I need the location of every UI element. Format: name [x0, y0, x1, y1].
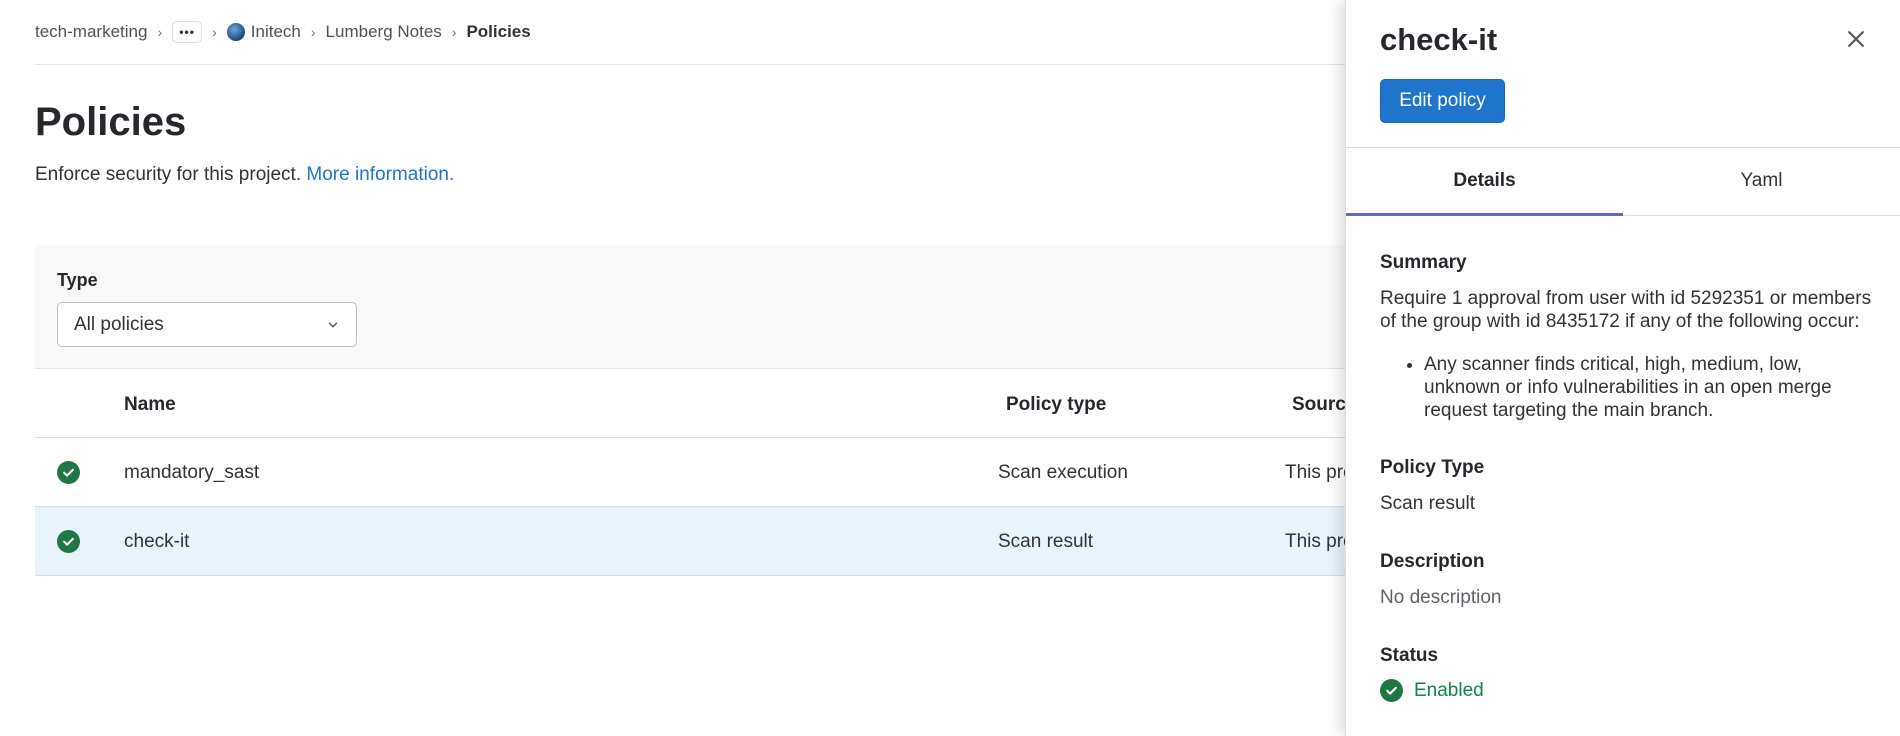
policy-type: Scan execution: [998, 462, 1128, 483]
policy-type-value: Scan result: [1380, 493, 1476, 514]
breadcrumb-separator: ›: [451, 24, 457, 40]
policy-type-heading: Policy Type: [1380, 457, 1485, 478]
filter-bar: Type All policies: [35, 245, 1345, 369]
group-avatar-icon: [226, 23, 245, 41]
drawer-title: check-it: [1380, 22, 1498, 57]
breadcrumb-item-lumberg-notes[interactable]: Lumberg Notes: [326, 22, 442, 42]
breadcrumb-item-tech-marketing[interactable]: tech-marketing: [35, 22, 147, 42]
status-badge: Enabled: [1380, 679, 1484, 702]
close-icon[interactable]: [1845, 28, 1867, 50]
table-row[interactable]: mandatory_sast Scan execution This proje…: [35, 438, 1383, 507]
column-header-name[interactable]: Name: [124, 394, 176, 416]
description-heading: Description: [1380, 551, 1485, 572]
summary-text: Require 1 approval from user with id 529…: [1380, 288, 1872, 332]
description-text: Enforce security for this project.: [35, 164, 302, 185]
breadcrumb-separator: ›: [157, 24, 163, 40]
breadcrumb-separator: ›: [212, 24, 217, 40]
table-header: Name Policy type Source: [35, 370, 1356, 438]
policy-type: Scan result: [998, 531, 1094, 552]
status-value: Enabled: [1414, 679, 1484, 701]
breadcrumb-separator: ›: [310, 24, 316, 40]
tab-details[interactable]: Details: [1346, 148, 1623, 216]
status-heading: Status: [1380, 645, 1439, 666]
type-filter-value: All policies: [74, 313, 164, 335]
column-header-policy-type[interactable]: Policy type: [1006, 394, 1106, 416]
edit-policy-button[interactable]: Edit policy: [1380, 79, 1505, 123]
drawer-tabs: Details Yaml: [1346, 148, 1900, 216]
status-enabled-icon: [57, 530, 80, 553]
summary-heading: Summary: [1380, 252, 1467, 273]
description-value: No description: [1380, 587, 1502, 608]
chevron-down-icon: [328, 322, 338, 327]
check-circle-icon: [1380, 679, 1403, 702]
page-description: Enforce security for this project. More …: [35, 164, 454, 186]
type-filter-label: Type: [57, 270, 98, 290]
summary-condition-item: Any scanner finds critical, high, medium…: [1424, 353, 1862, 422]
breadcrumb-current: Policies: [466, 22, 531, 41]
policy-name: check-it: [124, 531, 190, 552]
policy-details-drawer: check-it Edit policy Details Yaml Summar…: [1345, 0, 1900, 736]
tab-yaml[interactable]: Yaml: [1623, 148, 1900, 215]
type-filter-dropdown[interactable]: All policies: [57, 302, 357, 347]
table-row-selected[interactable]: check-it Scan result This project: [35, 507, 1383, 576]
summary-conditions-list: Any scanner finds critical, high, medium…: [1402, 353, 1862, 422]
policies-table: Name Policy type Source mandatory_sast S…: [35, 370, 1383, 576]
status-enabled-icon: [57, 461, 80, 484]
more-information-link[interactable]: More information.: [306, 164, 454, 185]
breadcrumb: tech-marketing › ••• › Initech › Lumberg…: [35, 18, 531, 46]
breadcrumb-ellipsis-button[interactable]: •••: [172, 21, 203, 43]
page-title: Policies: [35, 100, 187, 144]
policy-name: mandatory_sast: [124, 462, 260, 483]
breadcrumb-item-initech[interactable]: Initech: [251, 22, 301, 42]
